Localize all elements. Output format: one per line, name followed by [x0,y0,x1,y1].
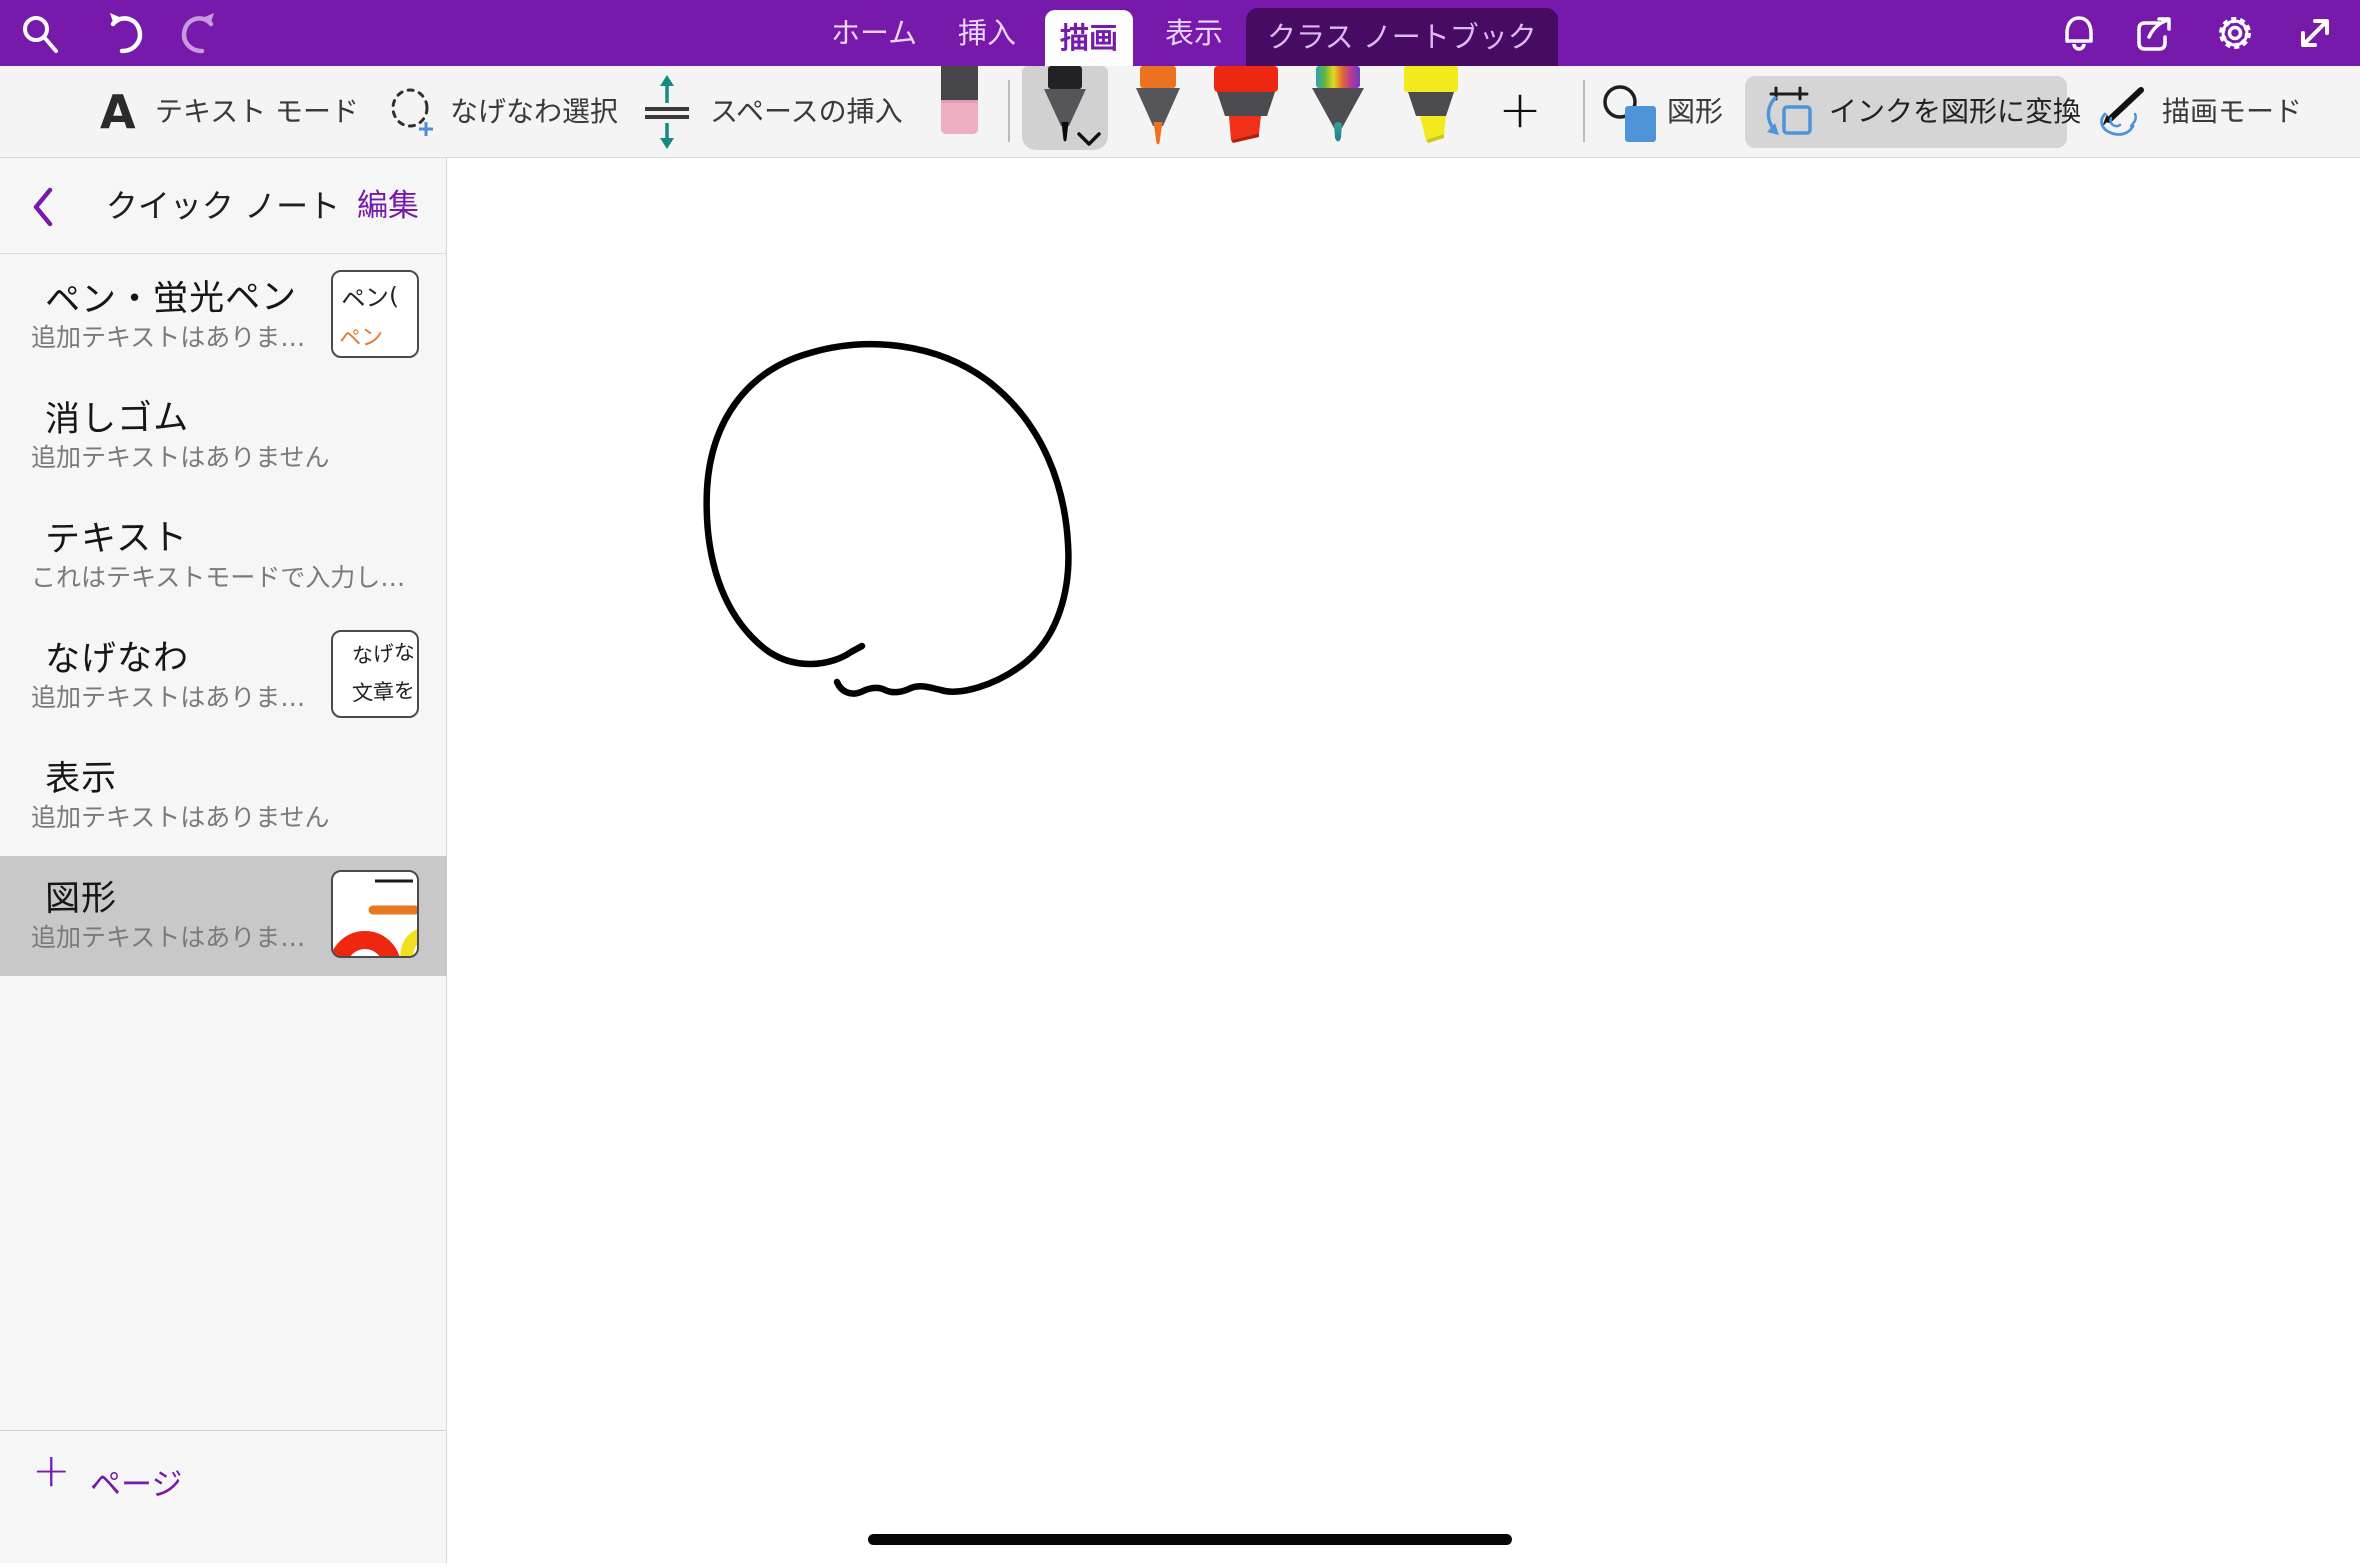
page-subtitle: 追加テキストはありま… [31,918,305,954]
chevron-down-icon[interactable] [1076,132,1102,147]
draw-mode-button[interactable] [2095,84,2147,146]
add-page-button[interactable]: + ページ [0,1430,447,1563]
ink-to-shape-icon [1763,84,1815,140]
page-item-pen-highlighter[interactable]: ペン・蛍光ペン 追加テキストはありま… ペン( ペン [0,256,447,376]
notifications-button[interactable] [2057,11,2101,55]
fullscreen-button[interactable] [2293,11,2337,55]
page-thumbnail [331,870,419,958]
undo-icon [100,11,144,55]
page-thumbnail: なげな 文章を [331,630,419,718]
page-title: なげなわ [45,629,190,682]
edit-button[interactable]: 編集 [357,158,419,254]
text-mode-button[interactable]: テキスト モード [155,66,359,158]
tab-insert[interactable]: 挿入 [958,0,1016,66]
page-title: 表示 [45,749,118,801]
page-title: テキスト [45,509,189,562]
draw-mode-icon [2095,84,2147,142]
redo-button[interactable] [180,11,224,55]
share-icon [2131,11,2175,55]
page-item-lasso[interactable]: なげなわ 追加テキストはありま… なげな 文章を [0,616,447,736]
page-list-sidebar: クイック ノート 編集 ペン・蛍光ペン 追加テキストはありま… ペン( ペン 消… [0,158,447,1563]
tab-home[interactable]: ホーム [831,0,917,66]
draw-mode-label[interactable]: 描画モード [2162,66,2302,158]
red-marker-tool[interactable] [1212,66,1280,148]
page-subtitle: 追加テキストはありま… [31,678,305,714]
insert-space-label[interactable]: スペースの挿入 [710,66,903,158]
toolbar-divider [1008,80,1010,142]
page-subtitle: 追加テキストはありません [31,438,330,474]
drawing-canvas[interactable] [448,158,2360,1563]
text-mode-icon[interactable]: A [100,66,136,158]
shapes-icon [1602,82,1660,146]
add-pen-button[interactable]: + [1492,66,1548,158]
eraser-tool[interactable] [941,66,978,134]
page-item-eraser[interactable]: 消しゴム 追加テキストはありません [0,376,447,496]
page-subtitle: 追加テキストはありません [31,798,330,834]
tab-view[interactable]: 表示 [1165,0,1223,66]
sidebar-header: クイック ノート 編集 [0,158,446,254]
home-indicator[interactable] [868,1534,1512,1545]
eraser-icon [941,66,978,100]
ink-to-shape-button[interactable]: インクを図形に変換 [1745,76,2067,148]
ink-to-shape-label: インクを図形に変換 [1829,76,2081,148]
undo-button[interactable] [100,11,144,55]
rainbow-pen-tool[interactable] [1308,66,1368,150]
lasso-select-button[interactable] [388,86,438,144]
orange-pen-tool[interactable] [1130,66,1186,148]
page-item-view[interactable]: 表示 追加テキストはありません [0,736,447,856]
search-icon [18,11,62,55]
page-title: 消しゴム [45,389,190,442]
redo-icon [180,11,224,55]
shapes-drawing-thumbnail [333,872,419,958]
page-item-shapes-selected[interactable]: 図形 追加テキストはありま… [0,856,447,976]
tab-draw[interactable]: 描画 [1045,10,1133,66]
page-item-text[interactable]: テキスト これはテキストモードで入力し… [0,496,447,616]
shapes-label[interactable]: 図形 [1667,66,1723,158]
expand-icon [2293,11,2337,55]
search-button[interactable] [18,11,62,55]
top-bar: ホーム 挿入 描画 表示 クラス ノートブック [0,0,2360,66]
lasso-icon [388,86,438,140]
black-pen-tool-selected[interactable] [1022,66,1108,150]
page-thumbnail: ペン( ペン [331,270,419,358]
settings-button[interactable] [2213,11,2257,55]
insert-space-icon [640,75,694,149]
add-page-label: ページ [90,1459,182,1504]
ink-stroke-circle [448,158,2360,1563]
page-title: 図形 [45,869,118,921]
page-title: ペン・蛍光ペン [45,268,298,323]
gear-icon [2213,11,2257,55]
lasso-select-label[interactable]: なげなわ選択 [450,66,618,158]
insert-space-button[interactable] [640,75,694,153]
page-subtitle: これはテキストモードで入力し… [31,558,405,594]
tab-class-notebook[interactable]: クラス ノートブック [1246,8,1558,66]
toolbar-divider [1583,80,1585,142]
yellow-highlighter-tool[interactable] [1400,66,1462,148]
share-button[interactable] [2131,11,2175,55]
shapes-button[interactable] [1602,82,1660,150]
ribbon-toolbar: A テキスト モード なげなわ選択 スペースの挿入 [0,66,2360,158]
page-subtitle: 追加テキストはありま… [31,318,305,354]
plus-icon: + [32,1443,71,1497]
bell-icon [2057,11,2101,55]
